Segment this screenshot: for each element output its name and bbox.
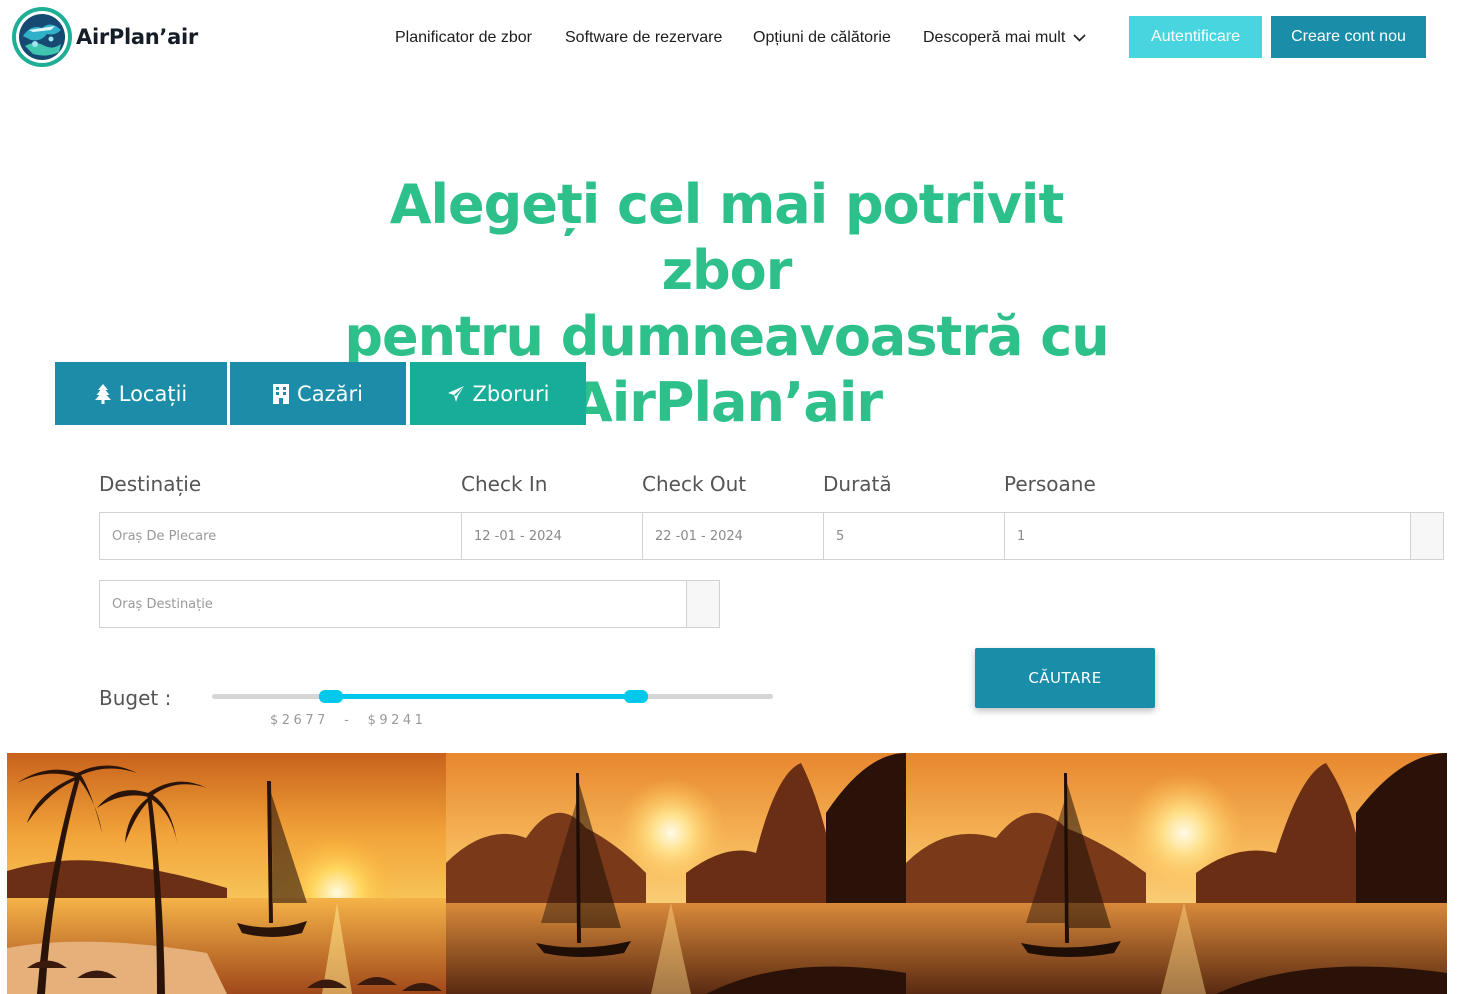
persons-field[interactable] xyxy=(1004,512,1444,560)
persons-dropdown-toggle[interactable] xyxy=(1410,513,1443,559)
hero-title-line-1: Alegeți cel mai potrivit zbor xyxy=(389,173,1065,302)
search-button[interactable]: CĂUTARE xyxy=(975,648,1155,708)
destination-label: Destinație xyxy=(99,472,202,496)
chevron-down-icon xyxy=(1073,34,1086,42)
login-button[interactable]: Autentificare xyxy=(1129,16,1262,58)
budget-slider-min-handle[interactable] xyxy=(319,690,344,703)
check-out-input[interactable] xyxy=(643,513,823,559)
check-in-label: Check In xyxy=(461,472,548,496)
hero-title-line-3: AirPlan’air xyxy=(571,371,883,434)
brand-name: AirPlan’air xyxy=(76,25,198,49)
check-in-field[interactable] xyxy=(461,512,643,560)
sailboat-mountains-sunset-photo xyxy=(446,753,906,994)
tree-icon xyxy=(94,383,111,404)
destination-city-field[interactable] xyxy=(99,580,720,628)
check-in-input[interactable] xyxy=(462,513,642,559)
tab-accommodations[interactable]: Cazări xyxy=(230,362,406,425)
check-out-field[interactable] xyxy=(642,512,824,560)
brand-logo[interactable]: AirPlan’air xyxy=(11,6,198,68)
tab-accommodations-label: Cazări xyxy=(297,381,363,406)
duration-label: Durată xyxy=(823,472,892,496)
sunset-beach-palms-photo xyxy=(7,753,446,994)
nav-item-discover-more[interactable]: Descoperă mai mult xyxy=(923,29,1086,47)
duration-field[interactable] xyxy=(823,512,1005,560)
hero-title-line-2: pentru dumneavoastră cu xyxy=(344,305,1109,368)
nav-item-flight-planner[interactable]: Planificator de zbor xyxy=(395,29,532,47)
persons-input[interactable] xyxy=(1005,513,1443,559)
duration-input[interactable] xyxy=(824,513,1004,559)
departure-city-input[interactable] xyxy=(100,513,461,559)
departure-city-field[interactable] xyxy=(99,512,462,560)
sailboat-mountains-sunset-photo-2 xyxy=(906,753,1447,994)
budget-label: Buget : xyxy=(99,686,172,710)
nav-item-booking-software[interactable]: Software de rezervare xyxy=(565,29,722,47)
tab-locations[interactable]: Locații xyxy=(55,362,227,425)
budget-range-text: $2677 - $9241 xyxy=(270,713,427,728)
building-icon xyxy=(273,383,290,404)
check-out-label: Check Out xyxy=(642,472,747,496)
nav-item-discover-more-label: Descoperă mai mult xyxy=(923,29,1066,46)
tab-flights[interactable]: Zboruri xyxy=(410,362,586,425)
budget-slider-max-handle[interactable] xyxy=(623,690,648,703)
tab-flights-label: Zboruri xyxy=(472,381,550,406)
persons-label: Persoane xyxy=(1004,472,1096,496)
destination-dropdown-toggle[interactable] xyxy=(686,581,719,627)
budget-slider-fill xyxy=(331,694,636,699)
tab-locations-label: Locații xyxy=(118,381,188,406)
plane-icon xyxy=(447,385,464,402)
logo-globe-icon xyxy=(12,7,72,67)
nav-item-travel-options[interactable]: Opțiuni de călătorie xyxy=(753,29,891,47)
signup-button[interactable]: Creare cont nou xyxy=(1271,16,1426,58)
destination-city-input[interactable] xyxy=(100,581,719,627)
